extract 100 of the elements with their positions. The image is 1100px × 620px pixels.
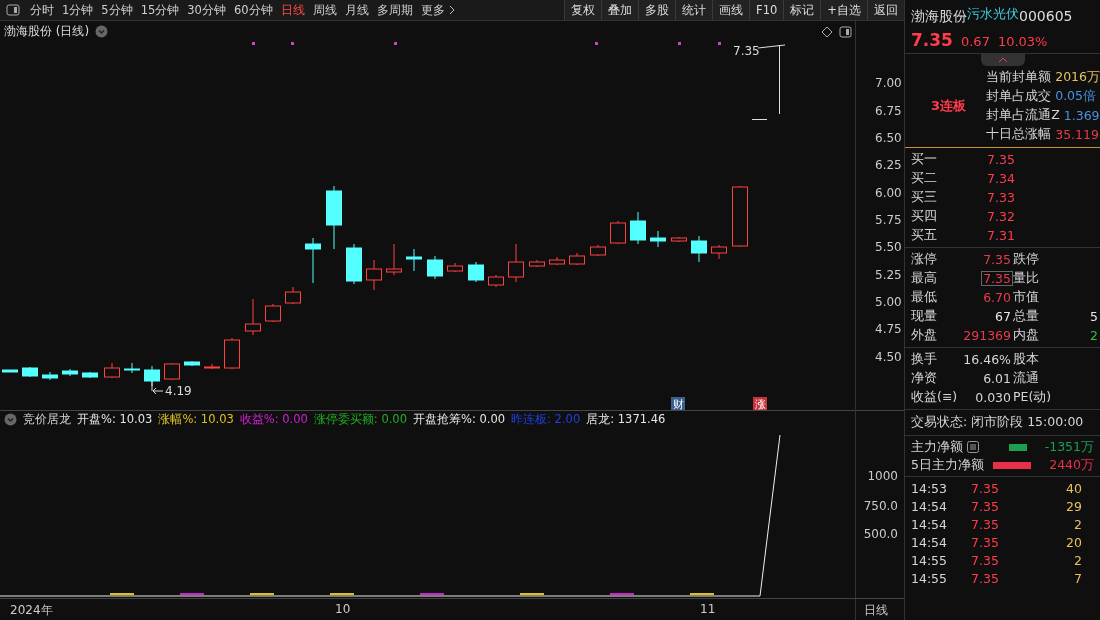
stat-label: 现量 <box>911 308 938 325</box>
period-tab[interactable]: 月线 <box>340 2 373 18</box>
trade-time: 14:54 <box>911 534 949 550</box>
period-tab[interactable]: 日线 <box>276 2 309 18</box>
percent-change: 10.03% <box>997 34 1048 49</box>
event-marker[interactable]: 财 <box>671 397 685 411</box>
candlestick <box>245 298 261 336</box>
period-tab[interactable]: 多周期 <box>372 2 417 18</box>
axis-label: 5.00 <box>875 295 902 309</box>
flow-label: 5日主力净额 <box>911 456 984 474</box>
stock-name: 渤海股份 <box>911 8 967 26</box>
stat-label: 收益(≡) <box>911 389 959 406</box>
trade-price: 7.35 <box>971 534 1000 550</box>
panel-toggle-icon[interactable] <box>6 4 20 16</box>
period-tab[interactable]: 周线 <box>308 2 341 18</box>
stat-value: 67 <box>994 309 1012 324</box>
chevron-down-icon[interactable] <box>4 413 17 427</box>
diamond-icon[interactable] <box>821 25 833 38</box>
stat-value: 35.119 <box>1055 127 1099 142</box>
stat-label: 涨停 <box>911 251 938 268</box>
trade-time: 14:55 <box>911 570 949 586</box>
candlestick <box>285 286 301 305</box>
candlestick <box>650 230 666 248</box>
period-tab[interactable]: 60分钟 <box>229 2 277 18</box>
bid-price: 7.34 <box>987 171 1016 186</box>
trade-price: 7.35 <box>971 516 1000 532</box>
axis-label: 6.50 <box>875 131 902 145</box>
trade-time: 14:54 <box>911 498 949 514</box>
period-tab[interactable]: 30分钟 <box>183 2 230 18</box>
panel-toggle-icon[interactable] <box>839 25 852 38</box>
high-label: 7.35 <box>733 44 760 58</box>
period-tab[interactable]: 15分钟 <box>136 2 184 18</box>
toolbar-button[interactable]: 标记 <box>783 0 821 20</box>
axis-label: 6.00 <box>875 186 902 200</box>
toolbar-button[interactable]: 返回 <box>867 0 904 20</box>
axis-label: 750.0 <box>863 499 898 514</box>
period-tab[interactable]: 分时 <box>26 2 58 18</box>
toolbar-button[interactable]: 画线 <box>712 0 750 20</box>
candlestick <box>2 369 18 373</box>
candlestick <box>305 237 321 284</box>
more-menu[interactable]: 更多 <box>416 2 449 18</box>
toolbar-button[interactable]: +自选 <box>820 0 867 20</box>
trade-volume: 29 <box>1065 498 1082 514</box>
period-label[interactable]: 日线 <box>856 599 896 620</box>
chevron-down-icon[interactable] <box>95 25 109 38</box>
event-marker[interactable]: 涨 <box>753 397 767 411</box>
indicator-bar <box>520 593 544 596</box>
axis-label: 2024年 <box>10 602 53 619</box>
indicator-value: 收益%: 0.00 <box>239 412 308 428</box>
bid-label: 买一 <box>911 151 938 168</box>
trade-time: 14:55 <box>911 552 949 568</box>
period-tab[interactable]: 1分钟 <box>58 2 98 18</box>
candlestick <box>549 256 565 266</box>
toolbar-button[interactable]: 复权 <box>564 0 602 20</box>
axis-label: 5.75 <box>875 213 902 227</box>
trade-price: 7.35 <box>971 498 1000 514</box>
candlestick <box>427 255 443 280</box>
stat-label: 内盘 <box>1013 327 1040 344</box>
stat-label: 封单占流通Z <box>986 107 1060 124</box>
streak-label: 3连板 <box>930 97 968 115</box>
axis-label: 5.50 <box>875 240 902 254</box>
stat-label: 十日总涨幅 <box>986 126 1052 143</box>
stat-value: 0.030 <box>974 390 1012 405</box>
trade-volume: 40 <box>1065 480 1082 496</box>
stat-value: 2 <box>1089 328 1099 343</box>
period-tab[interactable]: 5分钟 <box>97 2 137 18</box>
concept-tag[interactable]: 污水光伏 <box>967 5 1019 23</box>
toolbar-button[interactable]: 统计 <box>675 0 713 20</box>
stat-label: 当前封单额 <box>986 69 1052 86</box>
stat-value: 2016万 <box>1055 69 1100 86</box>
stat-label: 换手 <box>911 351 938 368</box>
stat-value: 0.05倍 <box>1055 88 1097 105</box>
bid-label: 买三 <box>911 189 938 206</box>
list-icon[interactable] <box>967 441 979 453</box>
candlestick <box>468 261 484 283</box>
candlestick <box>22 366 38 378</box>
trade-volume: 20 <box>1065 534 1082 550</box>
axis-label: 10 <box>335 602 351 616</box>
toolbar-button[interactable]: F10 <box>749 0 784 20</box>
toolbar-button[interactable]: 多股 <box>638 0 676 20</box>
axis-label: 6.25 <box>875 158 902 172</box>
candlestick <box>488 274 504 288</box>
trade-volume: 7 <box>1073 570 1082 586</box>
candlestick <box>42 371 58 381</box>
stat-label: 跌停 <box>1013 251 1040 268</box>
indicator-value: 涨停委买额: 0.00 <box>313 412 407 428</box>
flow-value: -1351万 <box>1044 438 1094 456</box>
chevron-right-icon[interactable] <box>448 5 455 15</box>
stat-label: 流通 <box>1013 370 1040 387</box>
trade-price: 7.35 <box>971 570 1000 586</box>
candlestick <box>164 362 180 381</box>
indicator-bar <box>250 593 274 596</box>
bid-price: 7.35 <box>987 152 1016 167</box>
indicator-bar <box>180 593 204 596</box>
candlestick <box>447 262 463 273</box>
indicator-bar <box>330 593 354 596</box>
candlestick <box>610 220 626 245</box>
bid-label: 买五 <box>911 227 938 244</box>
toolbar-button[interactable]: 叠加 <box>601 0 639 20</box>
indicator-value: 开盘抢筹%: 0.00 <box>413 412 506 428</box>
